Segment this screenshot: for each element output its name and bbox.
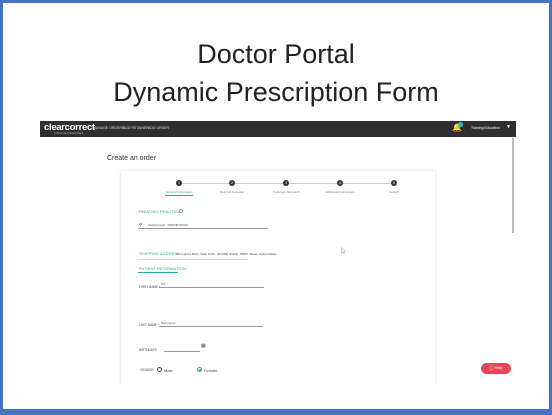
order-form-card: 1 2 3 4 5 General Information Records Up… xyxy=(121,171,435,385)
slide-bottom-border xyxy=(0,409,552,415)
first-name-input[interactable]: CX xyxy=(161,282,165,286)
portal-screenshot: clearcorrect A Straumann Group brand MAN… xyxy=(40,121,516,385)
step-5-label[interactable]: Submit xyxy=(364,190,424,194)
help-button-label: Help xyxy=(494,366,503,370)
shipping-address-value: 21 Cypress Blvd., Suite 1010., ROUND ROC… xyxy=(176,251,277,256)
step-4-circle[interactable]: 4 xyxy=(337,180,343,186)
first-name-label: FIRST NAME * xyxy=(139,285,161,289)
gender-male-radio[interactable] xyxy=(157,367,162,372)
user-menu[interactable]: Training Education xyxy=(471,126,500,130)
treating-practice-input[interactable]: ClearCorrect - ROUND ROCK xyxy=(148,223,188,227)
slide-title-line1: Doctor Portal xyxy=(197,39,355,69)
last-name-underline xyxy=(159,326,263,327)
notification-badge xyxy=(458,122,463,127)
birthdate-input[interactable] xyxy=(164,351,200,352)
step-5-circle[interactable]: 5 xyxy=(391,180,397,186)
mouse-cursor-icon xyxy=(341,247,346,254)
gender-female-radio[interactable] xyxy=(197,367,202,372)
page-title: Create an order xyxy=(107,155,157,162)
step-3-label[interactable]: Treatment Approach xyxy=(256,190,316,194)
gender-male-label[interactable]: Male xyxy=(164,368,173,373)
step-4-label[interactable]: Additional Instructions xyxy=(310,190,370,194)
calendar-icon[interactable]: ▦ xyxy=(201,344,206,349)
patient-information-underline xyxy=(138,272,178,273)
gender-label: GENDER xyxy=(140,368,154,372)
shipping-divider xyxy=(138,259,248,260)
nav-add-order[interactable]: ADD ORDER xyxy=(148,126,169,130)
top-navbar: clearcorrect A Straumann Group brand MAN… xyxy=(40,121,516,137)
nav-manage-orders[interactable]: MANAGE ORDERS xyxy=(93,126,124,130)
last-name-input[interactable]: Summoner xyxy=(161,321,176,325)
active-step-underline xyxy=(165,195,193,196)
shipping-address-label: SHIPPING ADDRESS xyxy=(139,251,180,256)
page-scrollbar[interactable] xyxy=(512,138,514,233)
first-name-underline xyxy=(159,287,264,288)
nav-add-retainer[interactable]: ADD RETAINER xyxy=(123,126,149,130)
last-name-label: LAST NAME * xyxy=(139,323,160,327)
step-3-circle[interactable]: 3 xyxy=(283,180,289,186)
help-button[interactable]: ◯ Help xyxy=(481,363,511,374)
step-1-circle[interactable]: 1 xyxy=(176,180,182,186)
step-2-label[interactable]: Records Uploader xyxy=(202,190,262,194)
info-icon[interactable] xyxy=(179,209,183,213)
slide-title-line2: Dynamic Prescription Form xyxy=(113,77,439,107)
gender-female-label[interactable]: Female xyxy=(204,368,217,373)
patient-information-label: PATIENT INFORMATION xyxy=(139,266,186,271)
birthdate-label: BIRTHDATE xyxy=(139,348,157,352)
step-2-circle[interactable]: 2 xyxy=(229,180,235,186)
chat-icon: ◯ xyxy=(489,366,494,370)
step-1-label[interactable]: General Information xyxy=(149,190,209,194)
treating-practice-underline xyxy=(138,228,268,229)
treating-practice-label: TREATING PRACTICE xyxy=(138,209,181,214)
chevron-down-icon[interactable]: ▼ xyxy=(506,124,511,130)
logo-subtitle: A Straumann Group brand xyxy=(54,132,84,135)
